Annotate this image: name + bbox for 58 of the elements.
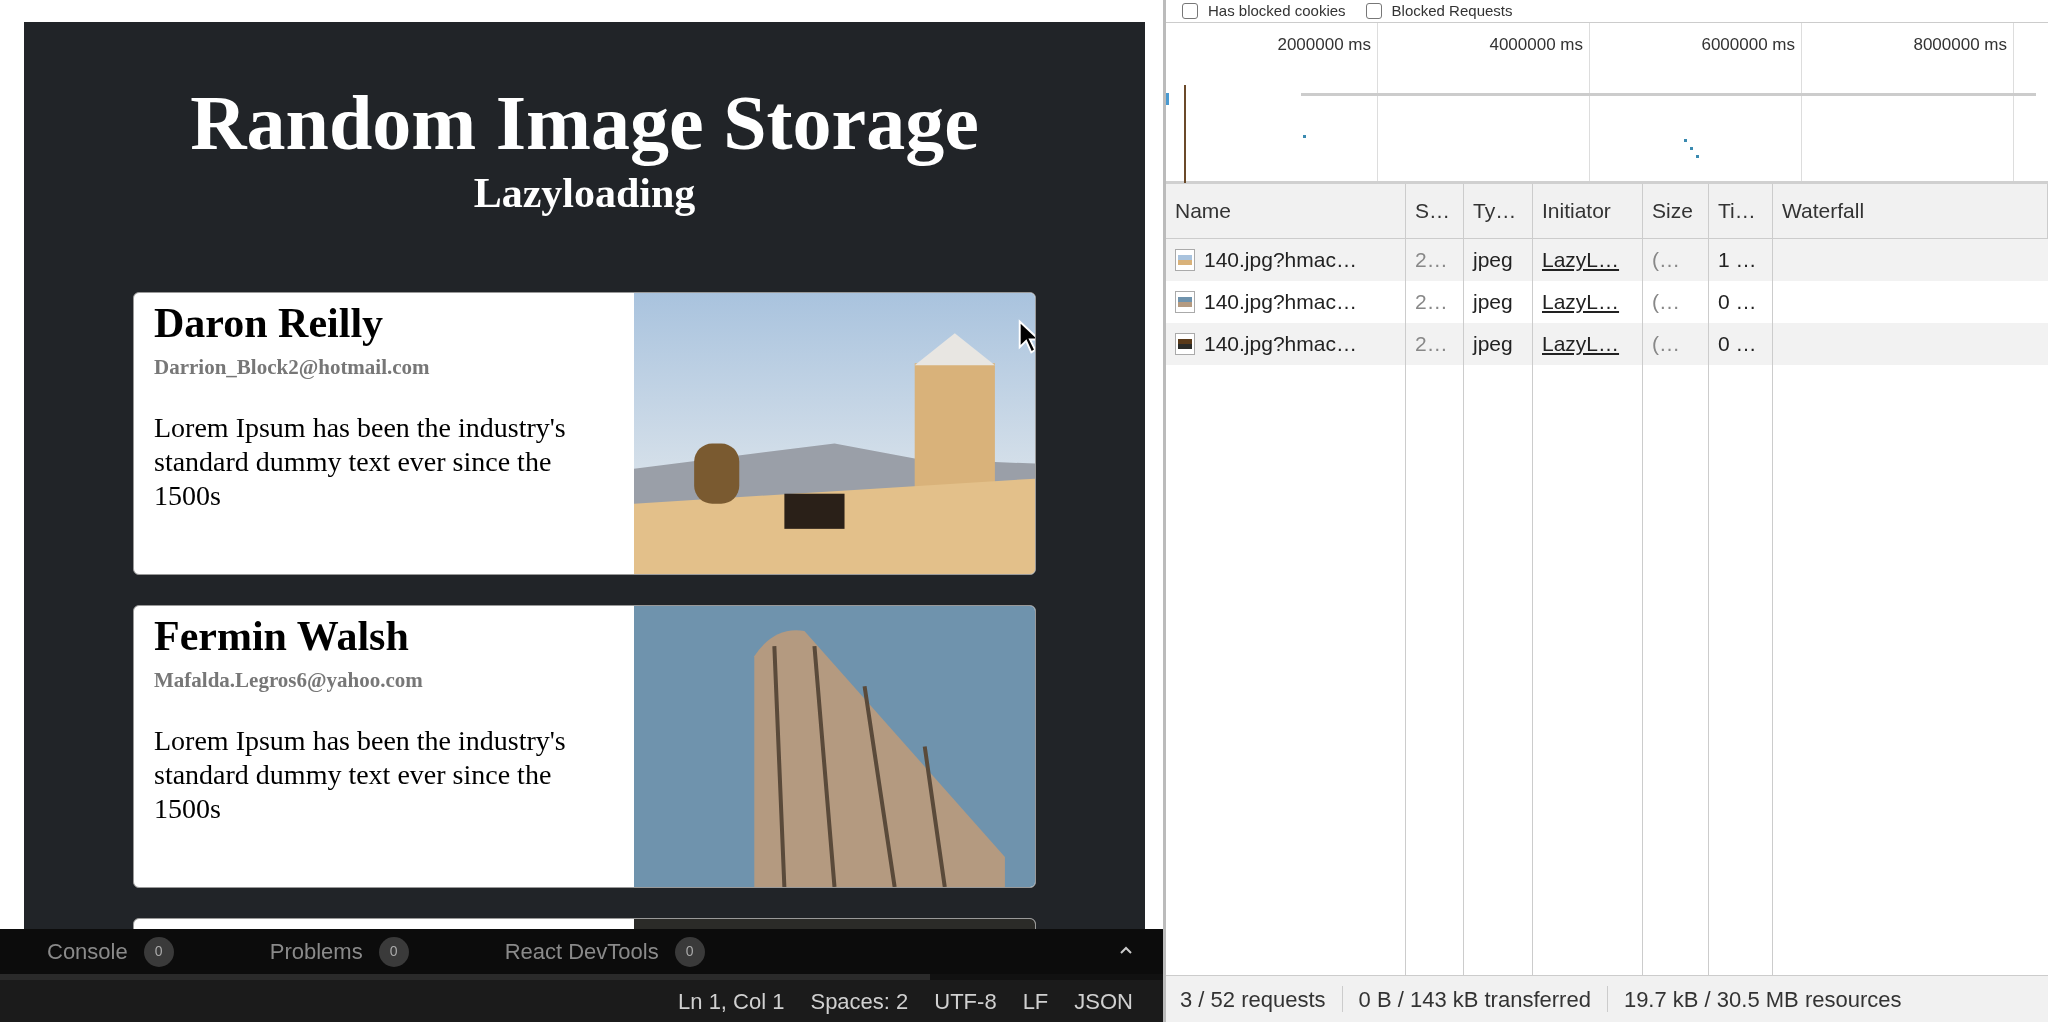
summary-text: 0 B / 143 kB transferred <box>1357 985 1592 1014</box>
filter-checkbox[interactable]: Has blocked cookies <box>1182 0 1346 23</box>
initiator-link[interactable]: LazyL… <box>1542 328 1620 360</box>
table-cell-text: jpeg <box>1473 247 1513 274</box>
table-cell-text: jpeg <box>1473 331 1513 358</box>
timeline-tick-label: 2000000 ms <box>1277 34 1371 56</box>
table-cell-text: 2… <box>1415 289 1448 316</box>
column-header[interactable]: Waterfall <box>1773 184 2048 238</box>
status-item[interactable]: Spaces: 2 <box>810 984 909 1018</box>
table-cell-text: 140.jpg?hmac… <box>1204 331 1357 358</box>
status-item[interactable]: LF <box>1022 984 1049 1018</box>
table-cell-text: (… <box>1652 331 1680 358</box>
card-name: Fermin Walsh <box>154 612 410 661</box>
table-cell-text: 2… <box>1415 247 1448 274</box>
summary-text: 3 / 52 requests <box>1179 985 1327 1014</box>
column-header[interactable]: Size <box>1643 184 1709 238</box>
status-item[interactable]: Ln 1, Col 1 <box>678 984 785 1018</box>
timeline-tick-label: 6000000 ms <box>1701 34 1795 56</box>
table-cell-text: (… <box>1652 247 1680 274</box>
column-header[interactable]: Name <box>1166 184 1406 238</box>
panel-tab[interactable]: React DevTools 0 <box>504 935 705 968</box>
panel-tab[interactable]: Problems 0 <box>269 935 409 968</box>
summary-text: 19.7 kB / 30.5 MB resources <box>1622 985 1903 1014</box>
column-header[interactable]: Ti… <box>1709 184 1773 238</box>
table-cell-text: 1 … <box>1718 247 1757 274</box>
panel-tab[interactable]: Console 0 <box>47 935 174 968</box>
image-file-icon <box>1175 249 1195 271</box>
table-cell-text: 140.jpg?hmac… <box>1204 289 1357 316</box>
column-header[interactable]: Ty… <box>1464 184 1533 238</box>
card-name: Daron Reilly <box>154 299 385 348</box>
timeline-tick-label: 8000000 ms <box>1913 34 2007 56</box>
chevron-up-icon[interactable] <box>1119 945 1133 955</box>
page-subtitle: Lazyloading <box>473 172 696 214</box>
column-header[interactable]: Initiator <box>1533 184 1643 238</box>
image-file-icon <box>1175 291 1195 313</box>
count-badge: 0 <box>674 936 705 967</box>
image-file-icon <box>1175 333 1195 355</box>
column-header[interactable]: S… <box>1406 184 1464 238</box>
request-row[interactable]: 140.jpg?hmac… 2… jpeg LazyL… (… 1 … <box>1166 239 2048 281</box>
card-description: Lorem Ipsum has been the industry's standard dummy text ever since the 1500s <box>154 724 567 826</box>
initiator-link[interactable]: LazyL… <box>1542 286 1620 318</box>
status-item[interactable]: JSON <box>1074 984 1133 1018</box>
count-badge: 0 <box>143 936 174 967</box>
table-cell-text: 0 … <box>1718 331 1757 358</box>
status-item[interactable]: UTF-8 <box>934 984 997 1018</box>
initiator-link[interactable]: LazyL… <box>1542 244 1620 276</box>
count-badge: 0 <box>378 936 409 967</box>
card-email: Darrion_Block2@hotmail.com <box>154 353 431 381</box>
filter-checkbox[interactable]: Blocked Requests <box>1365 0 1513 23</box>
card-email: Mafalda.Legros6@yahoo.com <box>154 666 424 694</box>
request-row[interactable]: 140.jpg?hmac… 2… jpeg LazyL… (… 0 … <box>1166 323 2048 365</box>
table-cell-text: 2… <box>1415 331 1448 358</box>
table-cell-text: (… <box>1652 289 1680 316</box>
card-description: Lorem Ipsum has been the industry's standard dummy text ever since the 1500s <box>154 411 567 513</box>
table-cell-text: jpeg <box>1473 289 1513 316</box>
table-cell-text: 0 … <box>1718 289 1757 316</box>
table-cell-text: 140.jpg?hmac… <box>1204 247 1357 274</box>
timeline-tick-label: 4000000 ms <box>1489 34 1583 56</box>
